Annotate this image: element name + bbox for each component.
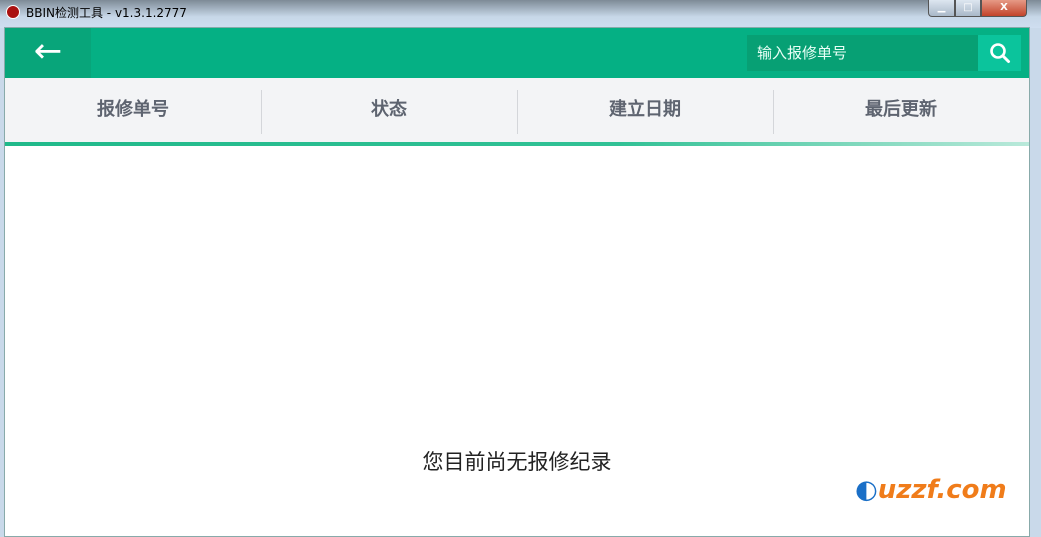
column-header-ticket-number[interactable]: 报修单号 xyxy=(5,78,261,142)
header-divider xyxy=(5,142,1029,146)
column-header-status[interactable]: 状态 xyxy=(261,78,517,142)
watermark-logo: ◐uzzf.com xyxy=(855,475,1007,505)
back-button[interactable]: ← xyxy=(5,28,91,78)
column-header-last-updated[interactable]: 最后更新 xyxy=(773,78,1029,142)
header-bar: ← xyxy=(5,28,1029,78)
window-title: BBIN检测工具 - v1.3.1.2777 xyxy=(26,6,187,20)
search-input[interactable] xyxy=(747,35,978,71)
table-header: 报修单号 状态 建立日期 最后更新 xyxy=(5,78,1029,142)
empty-state-message: 您目前尚无报修纪录 xyxy=(422,450,612,474)
maximize-button[interactable]: □ xyxy=(955,0,981,17)
app-logo-icon xyxy=(6,5,20,19)
minimize-button[interactable]: ▁ xyxy=(928,0,955,17)
column-header-created-date[interactable]: 建立日期 xyxy=(517,78,773,142)
search-button[interactable] xyxy=(978,35,1021,71)
close-button[interactable]: X xyxy=(981,0,1027,17)
arrow-left-icon: ← xyxy=(33,31,63,71)
app-window: ← 报修单号 状态 建立日期 最后更新 您目前尚无报修纪录 xyxy=(4,27,1030,537)
title-bar: BBIN检测工具 - v1.3.1.2777 ▁ □ X xyxy=(0,0,1041,28)
search-icon xyxy=(989,43,1010,63)
